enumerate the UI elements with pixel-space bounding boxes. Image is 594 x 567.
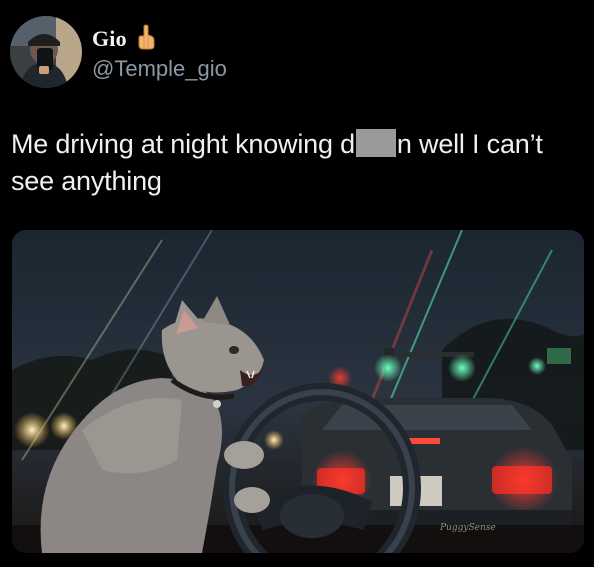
hand-point-up-emoji-icon (135, 24, 157, 55)
tweet-media-image[interactable]: PuggySense (12, 230, 584, 553)
redaction-block (355, 129, 396, 157)
name-row: Gio (92, 24, 227, 54)
display-name[interactable]: Gio (92, 26, 127, 52)
avatar[interactable] (10, 16, 82, 88)
tweet: Gio @Temple_gio Me driving at night know… (0, 0, 594, 567)
tweet-text: Me driving at night knowing dn well I ca… (11, 126, 581, 200)
handle[interactable]: @Temple_gio (92, 56, 227, 82)
author-block: Gio @Temple_gio (92, 24, 227, 82)
tweet-text-before: Me driving at night knowing d (11, 129, 355, 159)
cat-driving-at-night-image-icon: PuggySense (12, 230, 584, 553)
watermark: PuggySense (439, 523, 496, 533)
